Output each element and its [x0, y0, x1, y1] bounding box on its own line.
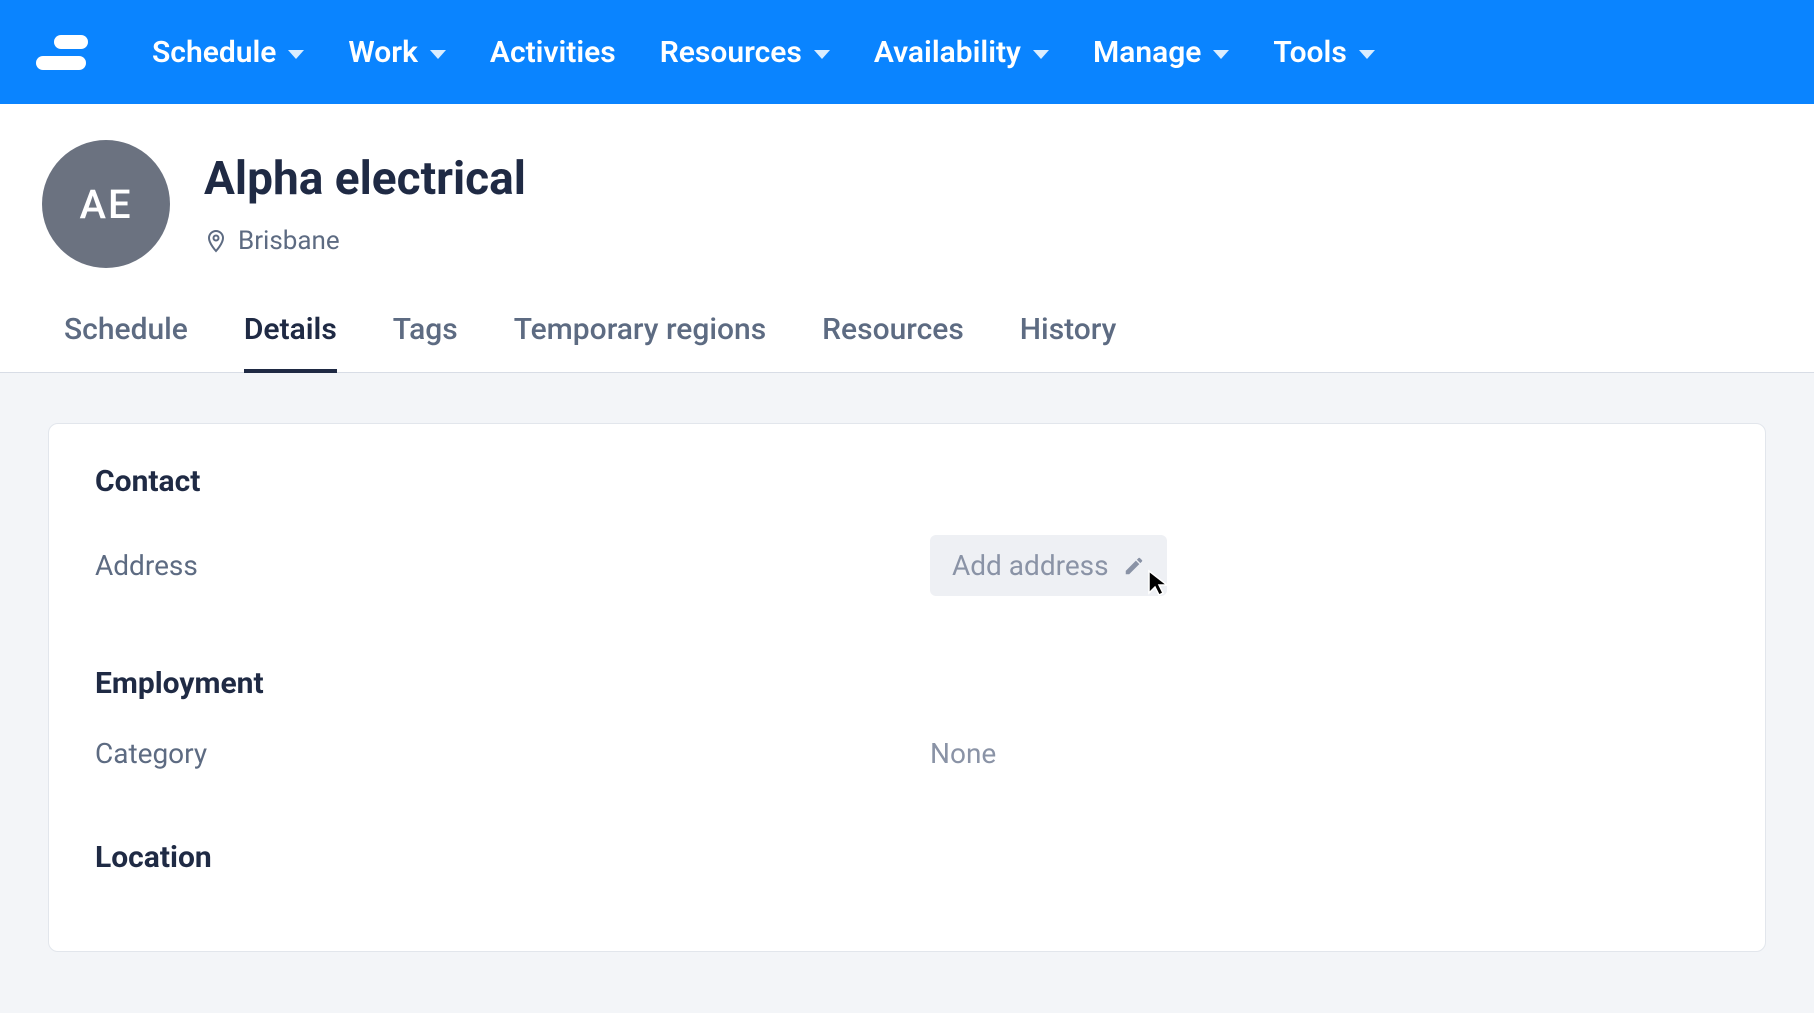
chevron-down-icon [1359, 50, 1375, 59]
tab-label: Resources [822, 312, 964, 347]
field-label-category: Category [95, 737, 930, 770]
app-logo[interactable] [36, 26, 88, 78]
pencil-icon [1123, 555, 1145, 577]
location-text: Brisbane [238, 226, 340, 256]
tab-schedule[interactable]: Schedule [64, 312, 188, 373]
nav-item-availability[interactable]: Availability [874, 35, 1049, 70]
nav-item-work[interactable]: Work [348, 35, 446, 70]
add-address-button[interactable]: Add address [930, 535, 1167, 596]
tab-temporary-regions[interactable]: Temporary regions [514, 312, 766, 373]
content-area: Contact Address Add address Employment [0, 373, 1814, 1013]
button-label: Add address [952, 549, 1109, 582]
title-block: Alpha electrical Brisbane [204, 152, 526, 256]
top-nav: Schedule Work Activities Resources Avail… [0, 0, 1814, 104]
nav-label: Work [348, 35, 418, 70]
chevron-down-icon [288, 50, 304, 59]
chevron-down-icon [1033, 50, 1049, 59]
section-title-contact: Contact [95, 464, 1719, 499]
location-pin-icon [204, 229, 228, 253]
section-title-employment: Employment [95, 666, 1719, 701]
field-label-address: Address [95, 549, 930, 582]
field-value-category[interactable]: None [930, 737, 996, 770]
page-title: Alpha electrical [204, 152, 526, 206]
field-row-address: Address Add address [95, 535, 1719, 596]
tab-resources[interactable]: Resources [822, 312, 964, 373]
chevron-down-icon [1213, 50, 1229, 59]
nav-label: Activities [490, 35, 616, 70]
nav-item-tools[interactable]: Tools [1273, 35, 1374, 70]
nav-label: Manage [1093, 35, 1201, 70]
tab-details[interactable]: Details [244, 312, 337, 373]
tab-label: Tags [393, 312, 458, 347]
chevron-down-icon [430, 50, 446, 59]
field-row-category: Category None [95, 737, 1719, 770]
nav-label: Resources [660, 35, 802, 70]
tab-label: Schedule [64, 312, 188, 347]
cursor-icon [1147, 569, 1171, 604]
nav-item-schedule[interactable]: Schedule [152, 35, 304, 70]
tab-label: Details [244, 312, 337, 347]
nav-item-manage[interactable]: Manage [1093, 35, 1229, 70]
nav-label: Tools [1273, 35, 1346, 70]
avatar-initials: AE [79, 181, 132, 228]
nav-label: Schedule [152, 35, 276, 70]
nav-item-resources[interactable]: Resources [660, 35, 830, 70]
page-header: AE Alpha electrical Brisbane [0, 104, 1814, 286]
chevron-down-icon [814, 50, 830, 59]
nav-label: Availability [874, 35, 1021, 70]
tab-bar: Schedule Details Tags Temporary regions … [0, 286, 1814, 373]
nav-item-activities[interactable]: Activities [490, 35, 616, 70]
section-title-location: Location [95, 840, 1719, 875]
tab-label: Temporary regions [514, 312, 766, 347]
avatar: AE [42, 140, 170, 268]
tab-tags[interactable]: Tags [393, 312, 458, 373]
tab-history[interactable]: History [1020, 312, 1117, 373]
location-row: Brisbane [204, 226, 526, 256]
tab-label: History [1020, 312, 1117, 347]
details-card: Contact Address Add address Employment [48, 423, 1766, 952]
